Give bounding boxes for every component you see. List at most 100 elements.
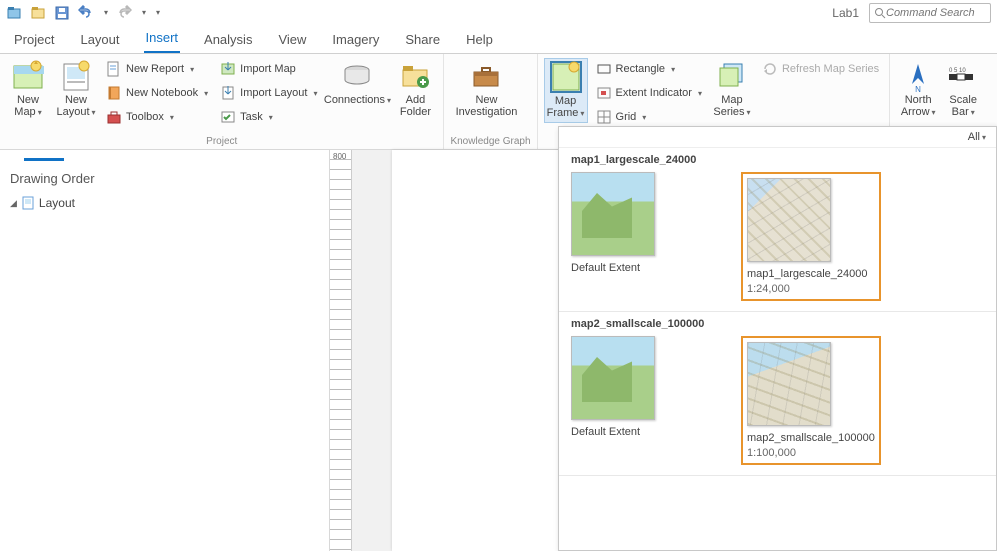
- toolbox-button[interactable]: Toolbox▾: [102, 106, 212, 128]
- new-map-button[interactable]: New Map▾: [6, 58, 50, 119]
- svg-text:N: N: [915, 85, 921, 92]
- quick-access-toolbar: ▾ ▾ ▾ Lab1: [0, 0, 997, 26]
- import-map-label: Import Map: [240, 63, 296, 75]
- toc-active-tab-indicator: [24, 158, 64, 161]
- open-project-icon[interactable]: [30, 5, 46, 21]
- grid-icon: [596, 109, 612, 125]
- ribbon-tabs: Project Layout Insert Analysis View Imag…: [0, 26, 997, 54]
- new-map-label: New Map: [14, 94, 39, 118]
- project-name: Lab1: [832, 6, 859, 20]
- grid-label: Grid: [616, 111, 637, 123]
- thumbnail-map-icon: [747, 178, 831, 262]
- task-button[interactable]: Task▾: [216, 106, 321, 128]
- toolbox-icon: [106, 109, 122, 125]
- search-icon: [874, 7, 886, 19]
- import-layout-icon: [220, 85, 236, 101]
- refresh-icon: [762, 61, 778, 77]
- extent-indicator-label: Extent Indicator: [616, 87, 692, 99]
- toc-layout-item[interactable]: ◢ Layout: [10, 194, 319, 212]
- rectangle-label: Rectangle: [616, 63, 666, 75]
- map-frame-icon: [550, 61, 582, 93]
- qat-customize-icon[interactable]: ▾: [156, 8, 160, 17]
- task-label: Task: [240, 111, 263, 123]
- thumbnail-default-icon: [571, 336, 655, 420]
- ruler-tick-label: 800: [333, 152, 346, 161]
- undo-icon[interactable]: [78, 5, 94, 21]
- command-search[interactable]: [869, 3, 991, 23]
- connections-icon: [341, 60, 373, 92]
- refresh-map-series-button: Refresh Map Series: [758, 58, 883, 80]
- gallery-section-1: map2_smallscale_100000 Default Extent ma…: [559, 312, 996, 476]
- north-arrow-label: North Arrow: [901, 94, 932, 118]
- scale-bar-button[interactable]: 0 5 10 Scale Bar▾: [944, 58, 982, 119]
- new-layout-button[interactable]: New Layout▾: [54, 58, 98, 119]
- contents-pane: Drawing Order ◢ Layout: [0, 150, 330, 551]
- import-map-button[interactable]: Import Map: [216, 58, 321, 80]
- north-arrow-icon: N: [902, 60, 934, 92]
- collapse-icon[interactable]: ◢: [10, 198, 17, 209]
- gallery-item-name: Default Extent: [571, 262, 711, 275]
- map-series-icon: [716, 60, 748, 92]
- thumbnail-map-icon: [747, 342, 831, 426]
- gallery-section-0: map1_largescale_24000 Default Extent map…: [559, 148, 996, 312]
- rectangle-button[interactable]: Rectangle▾: [592, 58, 706, 80]
- tab-view[interactable]: View: [276, 28, 308, 53]
- new-report-button[interactable]: New Report▾: [102, 58, 212, 80]
- vertical-ruler: 800: [330, 150, 352, 551]
- import-layout-button[interactable]: Import Layout▾: [216, 82, 321, 104]
- north-arrow-button[interactable]: N North Arrow▾: [896, 58, 940, 119]
- new-report-label: New Report: [126, 63, 184, 75]
- new-investigation-label: New Investigation: [450, 94, 522, 118]
- import-map-icon: [220, 61, 236, 77]
- new-notebook-button[interactable]: New Notebook▾: [102, 82, 212, 104]
- map-series-button[interactable]: Map Series▾: [710, 58, 754, 119]
- svg-text:0 5 10: 0 5 10: [949, 68, 966, 74]
- gallery-filter-label: All: [968, 131, 980, 143]
- rectangle-icon: [596, 61, 612, 77]
- briefcase-icon: [470, 60, 502, 92]
- connections-label: Connections: [324, 94, 385, 106]
- gallery-item-map2[interactable]: map2_smallscale_100000 1:100,000: [741, 336, 881, 465]
- gallery-filter-button[interactable]: All▾: [968, 131, 986, 143]
- gallery-item-map1[interactable]: map1_largescale_24000 1:24,000: [741, 172, 881, 301]
- gallery-item-scale: 1:24,000: [747, 283, 875, 295]
- extent-indicator-icon: [596, 85, 612, 101]
- import-layout-label: Import Layout: [240, 87, 307, 99]
- gallery-item-default-extent[interactable]: Default Extent: [571, 172, 711, 275]
- extent-indicator-button[interactable]: Extent Indicator▾: [592, 82, 706, 104]
- map-frame-button[interactable]: Map Frame▾: [544, 58, 588, 123]
- redo-icon[interactable]: [116, 5, 132, 21]
- report-icon: [106, 61, 122, 77]
- connections-button[interactable]: Connections▾: [325, 58, 389, 107]
- add-folder-button[interactable]: Add Folder: [393, 58, 437, 118]
- layout-icon: [60, 60, 92, 92]
- layout-page[interactable]: [392, 150, 572, 551]
- group-project: New Map▾ New Layout▾ New Report▾ New Not…: [0, 54, 444, 149]
- refresh-map-series-label: Refresh Map Series: [782, 63, 879, 75]
- tab-layout[interactable]: Layout: [78, 28, 121, 53]
- gallery-item-default-extent[interactable]: Default Extent: [571, 336, 711, 439]
- tab-analysis[interactable]: Analysis: [202, 28, 254, 53]
- notebook-icon: [106, 85, 122, 101]
- tab-help[interactable]: Help: [464, 28, 495, 53]
- gallery-item-name: map2_smallscale_100000: [747, 432, 875, 445]
- layout-page-icon: [21, 196, 35, 210]
- tab-project[interactable]: Project: [12, 28, 56, 53]
- tab-insert[interactable]: Insert: [144, 26, 181, 53]
- toolbox-label: Toolbox: [126, 111, 164, 123]
- undo-dropdown-icon[interactable]: ▾: [104, 8, 108, 17]
- grid-button[interactable]: Grid▾: [592, 106, 706, 128]
- add-folder-label: Add Folder: [393, 94, 437, 118]
- tab-imagery[interactable]: Imagery: [330, 28, 381, 53]
- new-layout-label: New Layout: [56, 94, 89, 118]
- command-search-input[interactable]: [886, 7, 986, 19]
- add-folder-icon: [399, 60, 431, 92]
- gallery-section-title: map2_smallscale_100000: [571, 318, 984, 330]
- new-project-icon[interactable]: [6, 5, 22, 21]
- toc-layout-label: Layout: [39, 196, 75, 210]
- redo-dropdown-icon[interactable]: ▾: [142, 8, 146, 17]
- tab-share[interactable]: Share: [403, 28, 442, 53]
- save-icon[interactable]: [54, 5, 70, 21]
- new-investigation-button[interactable]: New Investigation: [450, 58, 522, 118]
- thumbnail-default-icon: [571, 172, 655, 256]
